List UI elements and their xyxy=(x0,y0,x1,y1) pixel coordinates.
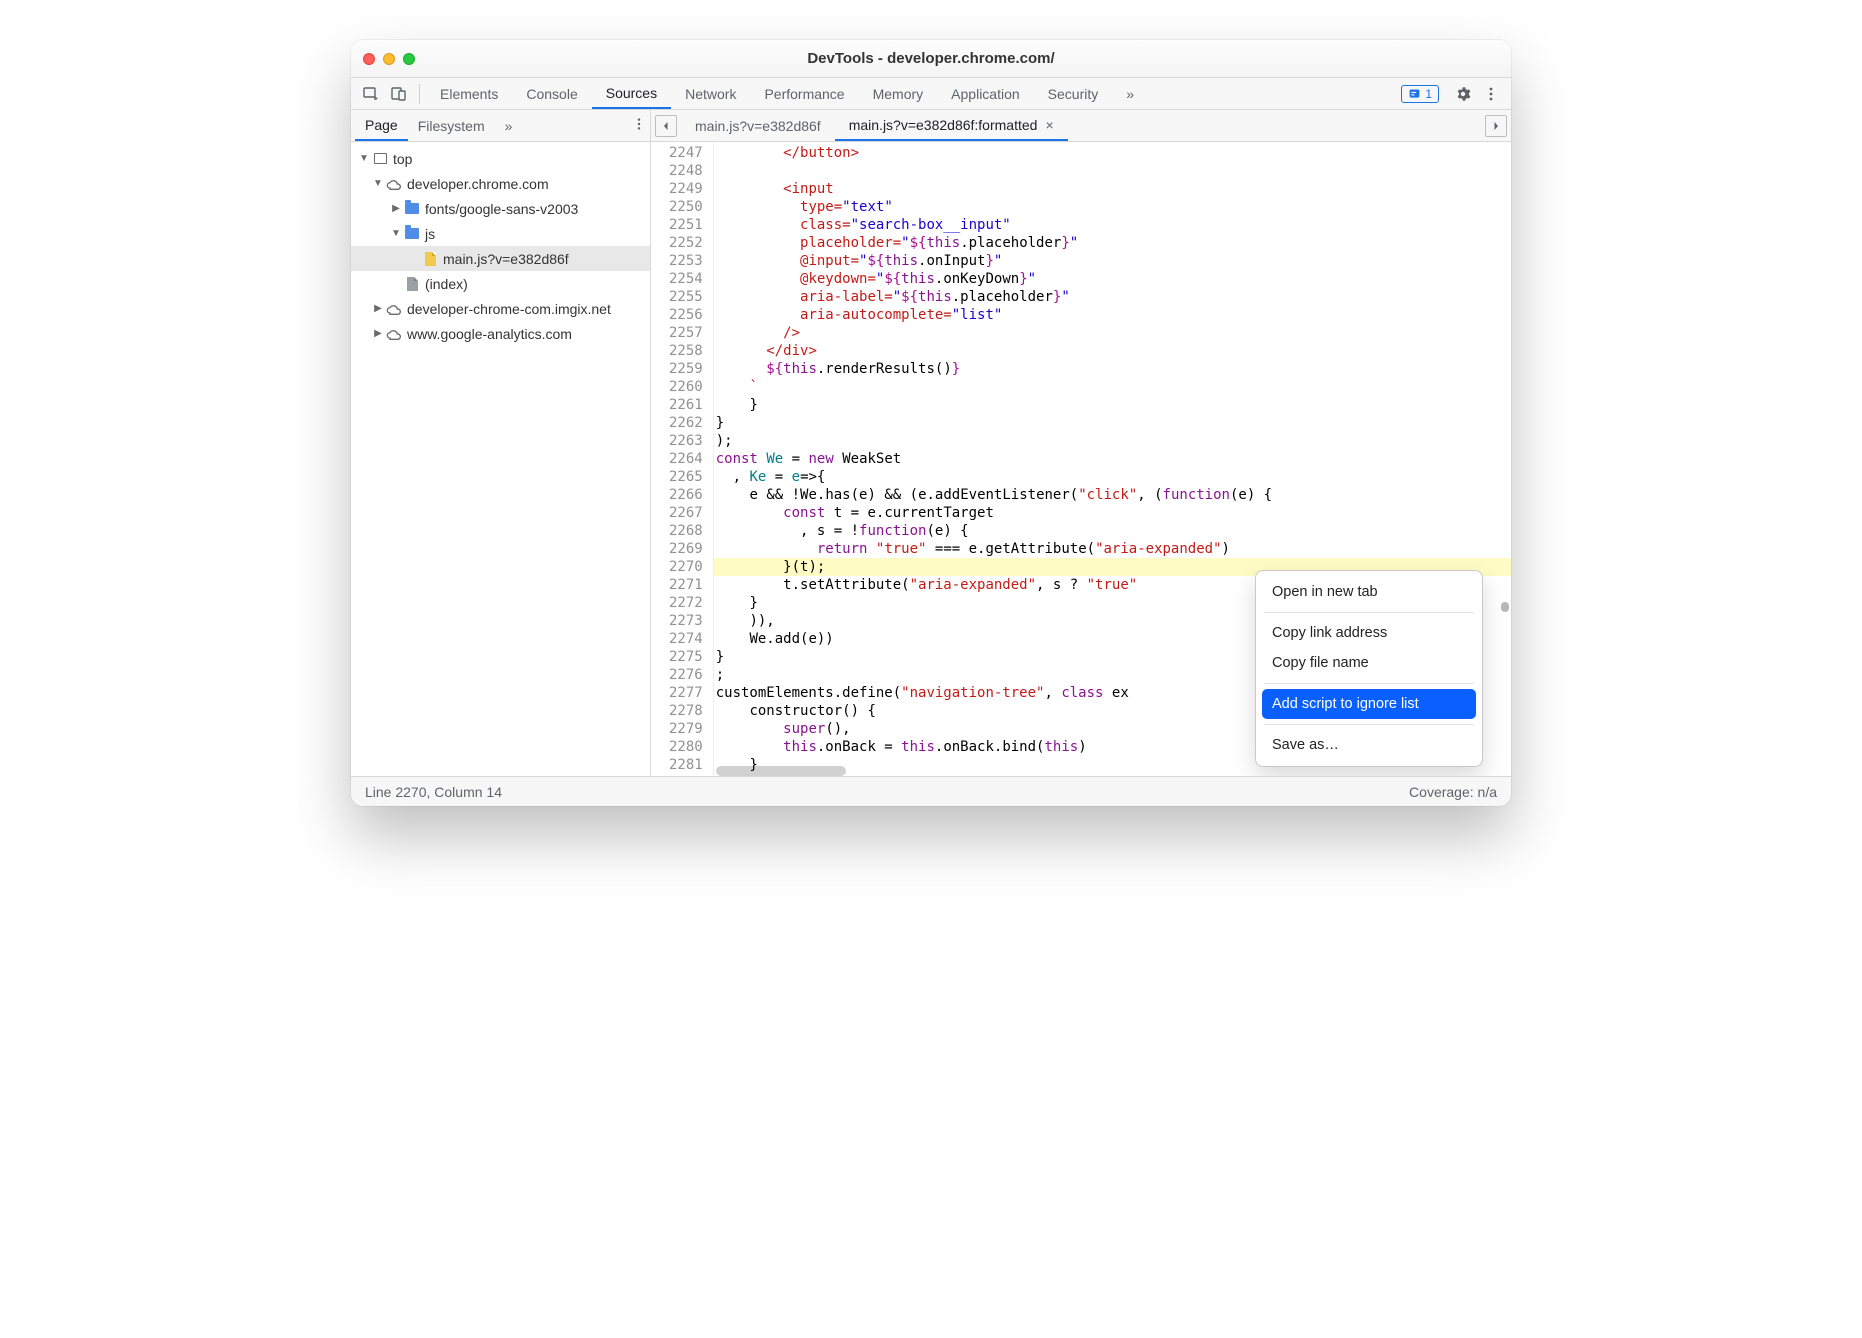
tree-label: fonts/google-sans-v2003 xyxy=(425,201,578,217)
code-editor[interactable]: 2247224822492250225122522253225422552256… xyxy=(651,142,1511,776)
tab-console[interactable]: Console xyxy=(512,78,591,109)
separator xyxy=(419,84,420,104)
cursor-position: Line 2270, Column 14 xyxy=(365,784,502,800)
tree-domain-developer-chrome[interactable]: ▼ developer.chrome.com xyxy=(351,171,650,196)
tree-label: js xyxy=(425,226,435,242)
menu-open-new-tab[interactable]: Open in new tab xyxy=(1262,577,1476,607)
tree-label: developer.chrome.com xyxy=(407,176,549,192)
tab-elements[interactable]: Elements xyxy=(426,78,512,109)
tab-application[interactable]: Application xyxy=(937,78,1034,109)
menu-copy-link[interactable]: Copy link address xyxy=(1262,618,1476,648)
subtab-page[interactable]: Page xyxy=(355,110,408,141)
inspect-element-icon[interactable] xyxy=(357,80,385,108)
tree-label: main.js?v=e382d86f xyxy=(443,251,569,267)
tree-folder-js[interactable]: ▼ js xyxy=(351,221,650,246)
file-tabs: main.js?v=e382d86f main.js?v=e382d86f:fo… xyxy=(681,110,1068,141)
file-navigator: ▼ top ▼ developer.chrome.com ▶ fonts/goo… xyxy=(351,142,651,776)
tree-file-mainjs[interactable]: main.js?v=e382d86f xyxy=(351,246,650,271)
tree-folder-fonts[interactable]: ▶ fonts/google-sans-v2003 xyxy=(351,196,650,221)
navigator-subtabs: Page Filesystem » xyxy=(351,110,651,141)
status-bar: Line 2270, Column 14 Coverage: n/a xyxy=(351,776,1511,806)
tree-domain-imgix[interactable]: ▶ developer-chrome-com.imgix.net xyxy=(351,296,650,321)
file-tab-mainjs-formatted[interactable]: main.js?v=e382d86f:formatted × xyxy=(835,110,1068,141)
toggle-navigator-icon[interactable] xyxy=(655,115,677,137)
tab-network[interactable]: Network xyxy=(671,78,750,109)
file-tab-label: main.js?v=e382d86f:formatted xyxy=(849,117,1038,133)
tree-file-index[interactable]: (index) xyxy=(351,271,650,296)
more-menu-icon[interactable] xyxy=(1477,80,1505,108)
subtab-filesystem[interactable]: Filesystem xyxy=(408,110,495,141)
settings-icon[interactable] xyxy=(1449,80,1477,108)
issues-button[interactable]: 1 xyxy=(1401,85,1439,103)
tree-label: developer-chrome-com.imgix.net xyxy=(407,301,611,317)
devtools-window: DevTools - developer.chrome.com/ Element… xyxy=(351,40,1511,806)
tabs-overflow[interactable]: » xyxy=(1112,78,1148,109)
file-tab-label: main.js?v=e382d86f xyxy=(695,118,821,134)
sources-body: ▼ top ▼ developer.chrome.com ▶ fonts/goo… xyxy=(351,142,1511,776)
issues-count: 1 xyxy=(1425,87,1432,101)
coverage-status: Coverage: n/a xyxy=(1409,784,1497,800)
file-tab-mainjs[interactable]: main.js?v=e382d86f xyxy=(681,110,835,141)
menu-separator xyxy=(1264,683,1474,684)
sources-subbar: Page Filesystem » main.js?v=e382d86f mai… xyxy=(351,110,1511,142)
menu-copy-filename[interactable]: Copy file name xyxy=(1262,648,1476,678)
file-tree: ▼ top ▼ developer.chrome.com ▶ fonts/goo… xyxy=(351,142,650,350)
tree-top[interactable]: ▼ top xyxy=(351,146,650,171)
line-gutter: 2247224822492250225122522253225422552256… xyxy=(651,142,714,776)
tabbar-right: 1 xyxy=(1401,80,1505,108)
tab-performance[interactable]: Performance xyxy=(750,78,858,109)
menu-separator xyxy=(1264,724,1474,725)
tab-sources[interactable]: Sources xyxy=(592,78,671,109)
editor-tabs-bar: main.js?v=e382d86f main.js?v=e382d86f:fo… xyxy=(651,110,1511,141)
titlebar: DevTools - developer.chrome.com/ xyxy=(351,40,1511,78)
toggle-debugger-icon[interactable] xyxy=(1485,115,1507,137)
tab-memory[interactable]: Memory xyxy=(859,78,938,109)
subtabs-overflow[interactable]: » xyxy=(495,110,523,141)
tree-label: (index) xyxy=(425,276,468,292)
close-tab-icon[interactable]: × xyxy=(1045,117,1053,133)
menu-save-as[interactable]: Save as… xyxy=(1262,730,1476,760)
menu-separator xyxy=(1264,612,1474,613)
window-title: DevTools - developer.chrome.com/ xyxy=(351,50,1511,67)
device-toolbar-icon[interactable] xyxy=(385,80,413,108)
menu-add-ignore-list[interactable]: Add script to ignore list xyxy=(1262,689,1476,719)
main-tabbar: Elements Console Sources Network Perform… xyxy=(351,78,1511,110)
tab-security[interactable]: Security xyxy=(1034,78,1113,109)
tree-label: www.google-analytics.com xyxy=(407,326,572,342)
horizontal-scrollbar[interactable] xyxy=(716,766,846,776)
context-menu: Open in new tab Copy link address Copy f… xyxy=(1255,570,1483,767)
tree-label: top xyxy=(393,151,412,167)
vertical-scrollbar[interactable] xyxy=(1501,602,1509,612)
navigator-more-icon[interactable] xyxy=(632,117,646,134)
main-tabs: Elements Console Sources Network Perform… xyxy=(426,78,1148,109)
tree-domain-ga[interactable]: ▶ www.google-analytics.com xyxy=(351,321,650,346)
